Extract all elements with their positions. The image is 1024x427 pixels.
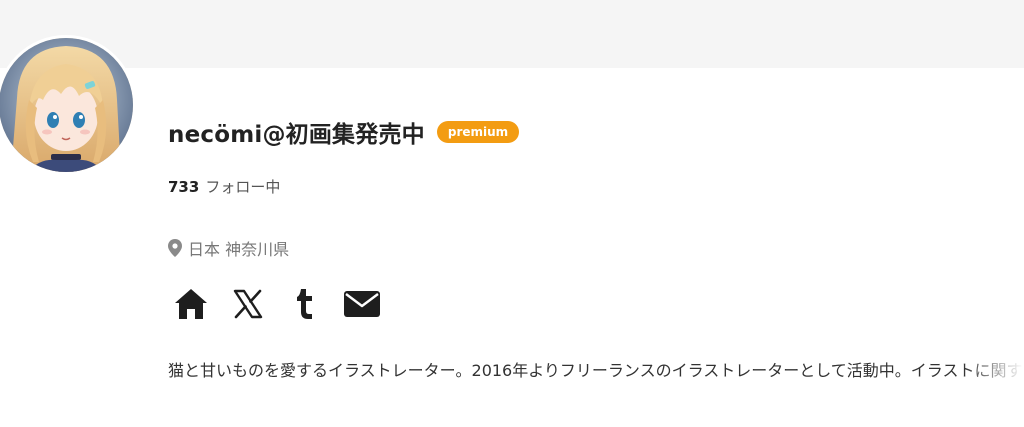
avatar[interactable]: [0, 35, 136, 175]
tumblr-icon: [295, 288, 315, 324]
avatar-illustration: [0, 38, 133, 172]
location-pin-icon: [168, 239, 182, 257]
home-link[interactable]: [172, 288, 210, 324]
following-stat[interactable]: 733 フォロー中: [168, 176, 280, 197]
username: necömi@初画集発売中: [168, 122, 425, 148]
profile-name-row: necömi@初画集発売中 premium: [168, 114, 520, 150]
x-icon: [233, 289, 263, 323]
x-link[interactable]: [229, 288, 267, 324]
location-text: 日本 神奈川県: [188, 240, 290, 259]
tumblr-link[interactable]: [286, 288, 324, 324]
social-links: [172, 288, 400, 324]
mail-icon: [344, 291, 380, 321]
following-label[interactable]: フォロー中: [205, 176, 280, 197]
bio-fade-overlay: [964, 350, 1024, 380]
profile-bio: 猫と甘いものを愛するイラストレーター。2016年よりフリーランスのイラストレータ…: [168, 361, 1024, 380]
home-icon: [174, 288, 208, 324]
location: 日本 神奈川県: [168, 236, 289, 260]
following-count: 733: [168, 177, 200, 196]
premium-badge[interactable]: premium: [436, 121, 520, 143]
mail-link[interactable]: [343, 288, 381, 324]
profile-cover: [0, 0, 1024, 68]
